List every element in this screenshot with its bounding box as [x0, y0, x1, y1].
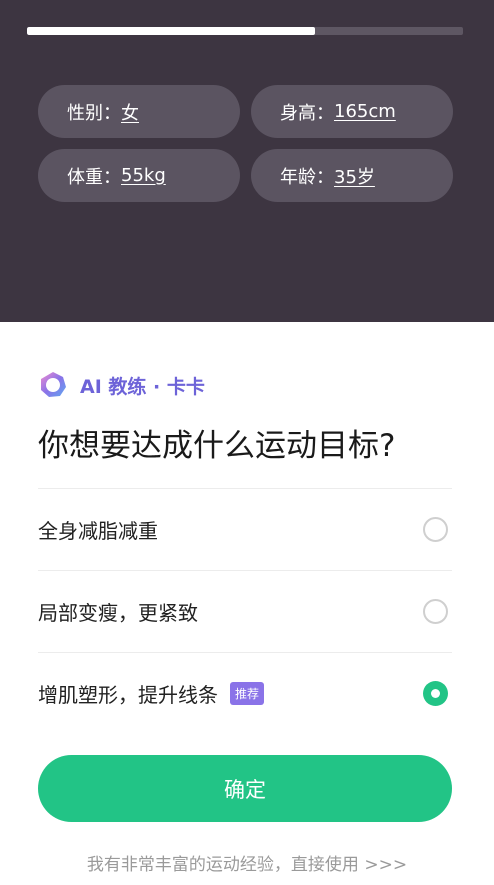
progress-bar — [27, 27, 463, 35]
option-label: 增肌塑形，提升线条 — [38, 683, 218, 707]
goal-sheet: AI 教练 · 卡卡 你想要达成什么运动目标? 全身减脂减重 局部变瘦，更紧致 … — [0, 322, 494, 885]
gender-value[interactable]: 女 — [121, 99, 139, 125]
coach-header: AI 教练 · 卡卡 — [38, 370, 205, 400]
radio-fat-loss[interactable] — [423, 517, 448, 542]
option-muscle-gain[interactable]: 增肌塑形，提升线条 推荐 — [38, 653, 452, 734]
weight-label: 体重： — [67, 166, 121, 188]
recommended-badge: 推荐 — [230, 682, 265, 705]
option-label: 局部变瘦，更紧致 — [38, 601, 198, 625]
option-fat-loss[interactable]: 全身减脂减重 — [38, 489, 452, 570]
height-label: 身高： — [280, 102, 334, 124]
gender-label: 性别： — [67, 102, 121, 124]
profile-header: 性别： 女 身高： 165cm 体重： 55kg 年龄： 35岁 — [0, 0, 494, 322]
option-slim-tone[interactable]: 局部变瘦，更紧致 — [38, 571, 452, 652]
age-value[interactable]: 35岁 — [334, 163, 375, 189]
skip-link[interactable]: 我有非常丰富的运动经验，直接使用 >>> — [0, 850, 494, 875]
weight-chip[interactable]: 体重： 55kg — [38, 149, 240, 202]
confirm-button[interactable]: 确定 — [38, 755, 452, 822]
ai-coach-logo-icon — [38, 370, 68, 400]
weight-value[interactable]: 55kg — [121, 165, 166, 186]
height-value[interactable]: 165cm — [334, 101, 396, 122]
question-title: 你想要达成什么运动目标? — [38, 428, 396, 464]
age-chip[interactable]: 年龄： 35岁 — [251, 149, 453, 202]
radio-muscle-gain[interactable] — [423, 681, 448, 706]
coach-name: AI 教练 · 卡卡 — [80, 375, 205, 398]
gender-chip[interactable]: 性别： 女 — [38, 85, 240, 138]
age-label: 年龄： — [280, 166, 334, 188]
height-chip[interactable]: 身高： 165cm — [251, 85, 453, 138]
radio-slim-tone[interactable] — [423, 599, 448, 624]
progress-fill — [27, 27, 315, 35]
option-label: 全身减脂减重 — [38, 519, 158, 543]
